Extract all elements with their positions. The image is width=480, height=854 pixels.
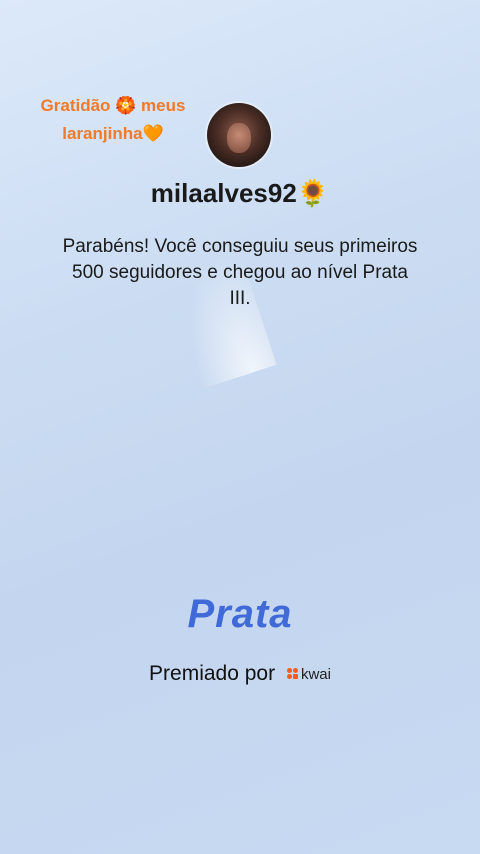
username[interactable]: milaalves92🌻 (0, 178, 480, 209)
caption-text: Gratidão 🏵️ meus laranjinha🧡 (40, 96, 186, 143)
avatar-face (227, 123, 251, 153)
achievement-message: Parabéns! Você conseguiu seus primeiros … (62, 236, 418, 309)
level-title: Prata (187, 592, 293, 636)
avatar[interactable] (207, 103, 271, 167)
kwai-logo-icon (286, 668, 299, 680)
awarded-label: Premiado por (149, 662, 276, 685)
awarded-by: Premiado por kwai (0, 662, 480, 686)
brand-name: kwai (300, 665, 331, 683)
brand-logo: kwai (286, 665, 331, 683)
